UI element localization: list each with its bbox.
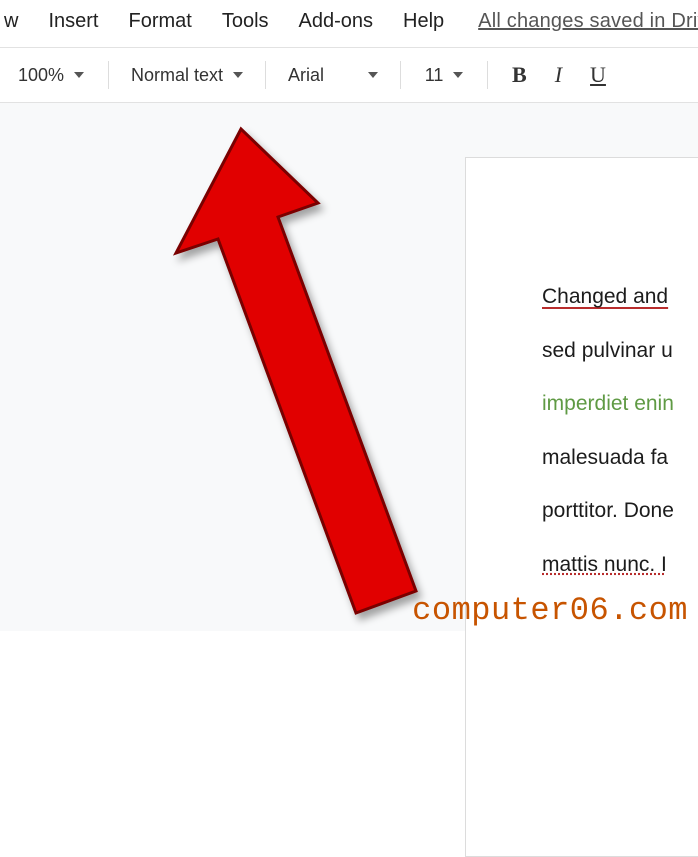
annotation-arrow-icon: [76, 123, 456, 663]
menu-insert[interactable]: Insert: [34, 6, 112, 37]
menubar: w Insert Format Tools Add-ons Help All c…: [0, 0, 698, 48]
font-family-value: Arial: [288, 65, 324, 86]
menu-view[interactable]: w: [4, 6, 32, 37]
document-text-line[interactable]: porttitor. Done: [542, 484, 698, 538]
document-text-line[interactable]: sed pulvinar u: [542, 324, 698, 378]
document-canvas[interactable]: Changed and sed pulvinar u imperdiet eni…: [0, 103, 698, 631]
document-text-line[interactable]: imperdiet enin: [542, 377, 698, 431]
font-size-dropdown[interactable]: 11: [413, 61, 475, 90]
zoom-dropdown[interactable]: 100%: [6, 61, 96, 90]
save-status[interactable]: All changes saved in Drive: [478, 10, 698, 33]
chevron-down-icon: [453, 72, 463, 78]
menu-addons[interactable]: Add-ons: [285, 6, 388, 37]
italic-button[interactable]: I: [543, 58, 574, 92]
document-text-line[interactable]: Changed and: [542, 270, 698, 324]
paragraph-style-value: Normal text: [131, 65, 223, 86]
document-text-line[interactable]: mattis nunc. I: [542, 538, 698, 592]
font-family-dropdown[interactable]: Arial: [278, 61, 388, 90]
underline-button[interactable]: U: [578, 58, 618, 92]
menu-help[interactable]: Help: [389, 6, 458, 37]
separator: [108, 61, 109, 89]
separator: [265, 61, 266, 89]
watermark-text: computer06.com: [412, 592, 688, 629]
chevron-down-icon: [74, 72, 84, 78]
paragraph-style-dropdown[interactable]: Normal text: [121, 61, 253, 90]
separator: [400, 61, 401, 89]
toolbar: 100% Normal text Arial 11 B I U: [0, 48, 698, 103]
chevron-down-icon: [233, 72, 243, 78]
zoom-value: 100%: [18, 65, 64, 86]
menu-format[interactable]: Format: [114, 6, 205, 37]
menu-tools[interactable]: Tools: [208, 6, 283, 37]
chevron-down-icon: [368, 72, 378, 78]
bold-button[interactable]: B: [500, 58, 539, 92]
separator: [487, 61, 488, 89]
document-page[interactable]: Changed and sed pulvinar u imperdiet eni…: [465, 157, 698, 857]
document-text-line[interactable]: malesuada fa: [542, 431, 698, 485]
font-size-value: 11: [425, 65, 444, 86]
